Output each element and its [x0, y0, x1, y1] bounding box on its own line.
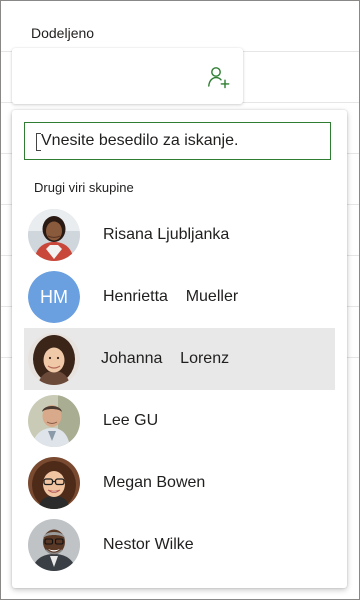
person-name: Johanna Lorenz: [101, 350, 230, 367]
avatar: [28, 395, 80, 447]
search-input[interactable]: [41, 123, 321, 159]
avatar: [28, 209, 80, 261]
people-picker-dropdown: Drugi viri skupine Risana Ljubljanka HM: [12, 110, 347, 588]
assigned-label: Dodeljeno: [31, 25, 95, 41]
person-name: Megan Bowen: [103, 474, 206, 491]
search-box[interactable]: [24, 122, 331, 160]
avatar: [28, 519, 80, 571]
section-header: Drugi viri skupine: [34, 180, 134, 195]
avatar: [28, 333, 80, 385]
person-name: Nestor Wilke: [103, 536, 194, 553]
assign-field[interactable]: [12, 48, 243, 104]
avatar: HM: [28, 271, 80, 323]
add-person-icon[interactable]: [207, 65, 231, 89]
avatar-initials: HM: [28, 271, 80, 323]
person-name: Lee GU: [103, 412, 159, 429]
person-item-selected[interactable]: Johanna Lorenz: [24, 328, 335, 390]
person-item[interactable]: Nestor Wilke: [24, 514, 335, 576]
person-name: Risana Ljubljanka: [103, 226, 230, 243]
person-name: Henrietta Mueller: [103, 288, 239, 305]
people-list: Risana Ljubljanka HM Henrietta Mueller J…: [24, 204, 335, 576]
person-item[interactable]: Megan Bowen: [24, 452, 335, 514]
person-item[interactable]: Lee GU: [24, 390, 335, 452]
person-item[interactable]: Risana Ljubljanka: [24, 204, 335, 266]
person-item[interactable]: HM Henrietta Mueller: [24, 266, 335, 328]
avatar: [28, 457, 80, 509]
